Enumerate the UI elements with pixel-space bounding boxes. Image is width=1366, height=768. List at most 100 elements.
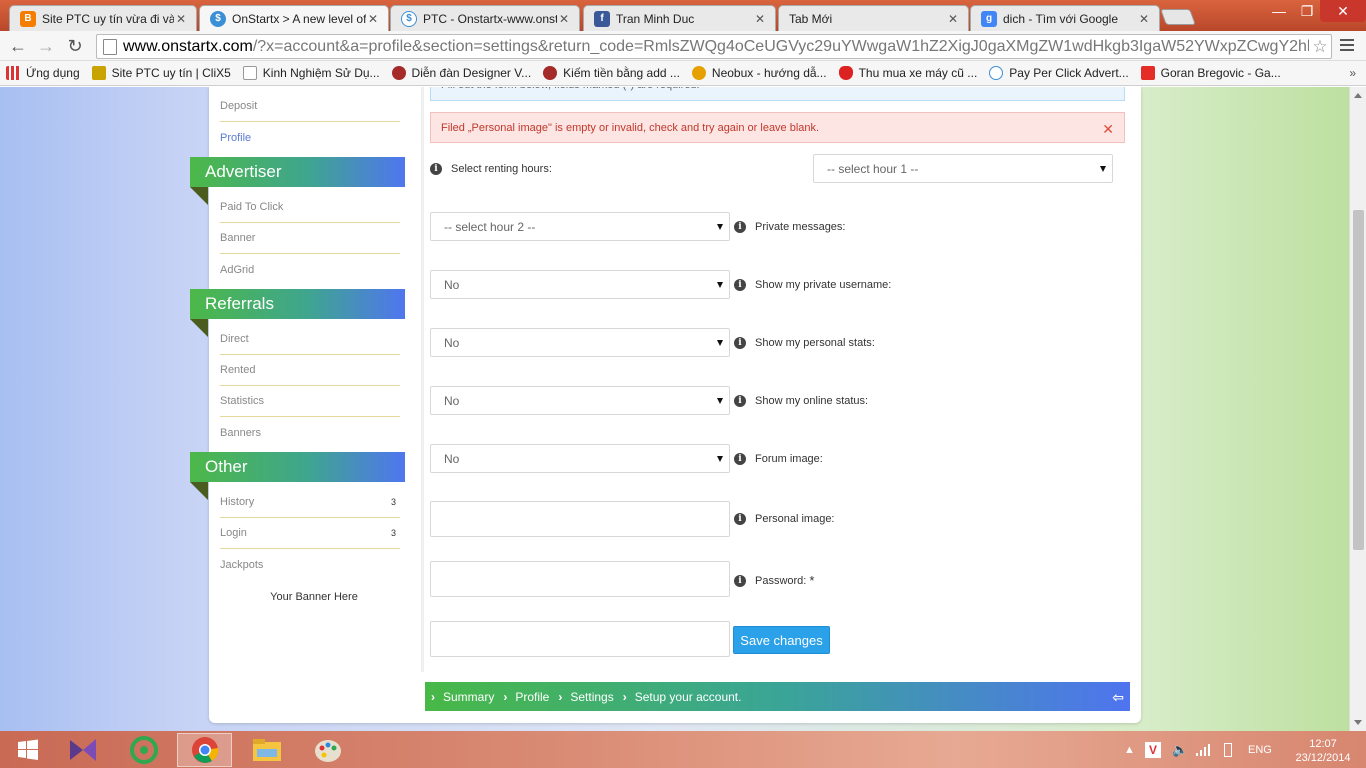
- paint-icon[interactable]: [300, 733, 355, 767]
- url-text[interactable]: www.onstartx.com/?x=account&a=profile&se…: [123, 38, 1309, 56]
- close-tab-icon[interactable]: ✕: [753, 12, 767, 26]
- breadcrumb-item-settings[interactable]: › Settings: [558, 690, 613, 704]
- info-icon[interactable]: i: [734, 513, 746, 525]
- bookmark-star-icon[interactable]: ☆: [1309, 37, 1331, 57]
- forward-arrow-icon[interactable]: →: [35, 35, 57, 57]
- sidebar-item-history[interactable]: History 3: [220, 487, 400, 518]
- browser-tab-active[interactable]: $ OnStartx > A new level of ✕: [199, 5, 389, 31]
- browser-tab[interactable]: f Tran Minh Duc ✕: [583, 5, 776, 31]
- bookmark-item[interactable]: Site PTC uy tín | CliX5: [91, 66, 231, 80]
- bookmark-item[interactable]: Goran Bregovic - Ga...: [1140, 66, 1281, 80]
- chevron-right-icon: ›: [558, 689, 563, 704]
- close-tab-icon[interactable]: ✕: [1137, 12, 1151, 26]
- info-icon[interactable]: i: [734, 337, 746, 349]
- clock-time: 12:07: [1309, 738, 1337, 750]
- back-arrow-icon[interactable]: ⇦: [1112, 689, 1124, 706]
- page-scrollbar[interactable]: [1349, 87, 1366, 731]
- info-icon[interactable]: i: [734, 279, 746, 291]
- chrome-taskbar-icon[interactable]: [177, 733, 232, 767]
- page-icon: [242, 66, 257, 80]
- sidebar-item-deposit[interactable]: Deposit: [220, 91, 400, 122]
- browser-tab[interactable]: Tab Mới ✕: [778, 5, 969, 31]
- sidebar-heading-referrals: Referrals: [190, 289, 405, 337]
- online-status-select[interactable]: No: [430, 444, 730, 473]
- browser-tab[interactable]: $ PTC - Onstartx-www.onst ✕: [390, 5, 580, 31]
- reload-icon[interactable]: ↻: [64, 35, 86, 57]
- clock[interactable]: 12:07 23/12/2014: [1288, 737, 1358, 765]
- sidebar-item-banners[interactable]: Banners: [220, 417, 400, 448]
- scroll-up-icon[interactable]: [1354, 93, 1362, 98]
- show-username-select[interactable]: No: [430, 328, 730, 357]
- browser-tab[interactable]: g dich - Tìm với Google ✕: [970, 5, 1160, 31]
- start-button[interactable]: [0, 733, 55, 767]
- vivaldi-tray-icon[interactable]: V: [1145, 731, 1161, 768]
- tab-title: Site PTC uy tín vừa đi vào: [42, 11, 174, 26]
- minimize-icon[interactable]: —: [1265, 0, 1293, 22]
- personal-stats-select[interactable]: No: [430, 386, 730, 415]
- password-input[interactable]: [430, 621, 730, 657]
- personal-image-input[interactable]: [430, 561, 730, 597]
- file-explorer-icon[interactable]: [239, 733, 294, 767]
- bookmark-item[interactable]: Pay Per Click Advert...: [989, 66, 1129, 80]
- save-button[interactable]: Save changes: [733, 626, 830, 654]
- sidebar-item-label: Deposit: [220, 100, 258, 112]
- sidebar-item-login[interactable]: Login 3: [220, 518, 400, 549]
- sidebar-item-statistics[interactable]: Statistics: [220, 386, 400, 417]
- breadcrumb-item-profile[interactable]: › Profile: [503, 690, 549, 704]
- bookmark-item[interactable]: Kinh Nghiệm Sử Dụ...: [242, 66, 380, 80]
- show-hidden-icons[interactable]: ▲: [1124, 731, 1135, 768]
- hour1-select[interactable]: -- select hour 1 --: [813, 154, 1113, 183]
- close-tab-icon[interactable]: ✕: [174, 12, 188, 26]
- coc-coc-icon[interactable]: [116, 733, 171, 767]
- field-label: Password:: [755, 574, 807, 587]
- bookmark-apps[interactable]: Ứng dụng: [6, 66, 80, 80]
- scroll-down-icon[interactable]: [1354, 720, 1362, 725]
- bookmarks-overflow-icon[interactable]: »: [1349, 66, 1356, 80]
- tab-title: PTC - Onstartx-www.onst: [423, 11, 557, 26]
- banner-placeholder[interactable]: Your Banner Here: [209, 591, 419, 603]
- scrollbar-thumb[interactable]: [1353, 210, 1364, 550]
- info-icon[interactable]: i: [734, 574, 746, 587]
- renting-hours-label: i Select renting hours:: [430, 163, 552, 175]
- visual-studio-icon[interactable]: [55, 733, 110, 767]
- close-tab-icon[interactable]: ✕: [557, 12, 571, 26]
- select-value: No: [444, 277, 460, 292]
- tab-title: Tran Minh Duc: [616, 11, 695, 26]
- bookmark-item[interactable]: Diễn đàn Designer V...: [391, 66, 531, 80]
- sidebar-item-paid-to-click[interactable]: Paid To Click: [220, 192, 400, 223]
- sidebar-item-profile[interactable]: Profile: [220, 122, 400, 153]
- sidebar-item-jackpots[interactable]: Jackpots: [220, 549, 400, 580]
- info-icon[interactable]: i: [430, 163, 442, 175]
- bookmark-item[interactable]: Thu mua xe máy cũ ...: [838, 66, 977, 80]
- private-messages-select[interactable]: No: [430, 270, 730, 299]
- new-tab-button[interactable]: [1160, 9, 1196, 25]
- close-tab-icon[interactable]: ✕: [946, 12, 960, 26]
- sidebar-item-rented[interactable]: Rented: [220, 355, 400, 386]
- sidebar-item-banner[interactable]: Banner: [220, 223, 400, 254]
- info-icon[interactable]: i: [734, 221, 746, 233]
- back-arrow-icon[interactable]: ←: [7, 35, 29, 57]
- breadcrumb-item-summary[interactable]: › Summary: [431, 690, 494, 704]
- network-signal-icon[interactable]: [1195, 731, 1211, 768]
- bookmark-item[interactable]: Neobux - hướng dẫ...: [691, 66, 827, 80]
- browser-tab[interactable]: B Site PTC uy tín vừa đi vào ✕: [9, 5, 197, 31]
- youtube-icon: [1140, 66, 1155, 80]
- sidebar-item-adgrid[interactable]: AdGrid: [220, 254, 400, 285]
- close-tab-icon[interactable]: ✕: [366, 12, 380, 26]
- battery-icon[interactable]: [1224, 731, 1232, 768]
- volume-icon[interactable]: 🔈: [1172, 731, 1188, 768]
- info-icon[interactable]: i: [734, 453, 746, 465]
- close-icon[interactable]: ✕: [1102, 121, 1114, 138]
- language-indicator[interactable]: ENG: [1248, 731, 1272, 768]
- maximize-icon[interactable]: ❐: [1294, 0, 1320, 22]
- close-window-icon[interactable]: ✕: [1320, 0, 1366, 22]
- sidebar-item-label: Direct: [220, 333, 249, 345]
- address-bar[interactable]: www.onstartx.com/?x=account&a=profile&se…: [96, 34, 1332, 59]
- hour2-select[interactable]: -- select hour 2 --: [430, 212, 730, 241]
- bookmark-item[interactable]: Kiếm tiền bằng add ...: [543, 66, 680, 80]
- chrome-menu-icon[interactable]: [1340, 39, 1354, 53]
- info-icon[interactable]: i: [734, 395, 746, 407]
- forum-image-input[interactable]: [430, 501, 730, 537]
- sidebar-item-direct[interactable]: Direct: [220, 324, 400, 355]
- field-label: Show my private username:: [755, 279, 892, 291]
